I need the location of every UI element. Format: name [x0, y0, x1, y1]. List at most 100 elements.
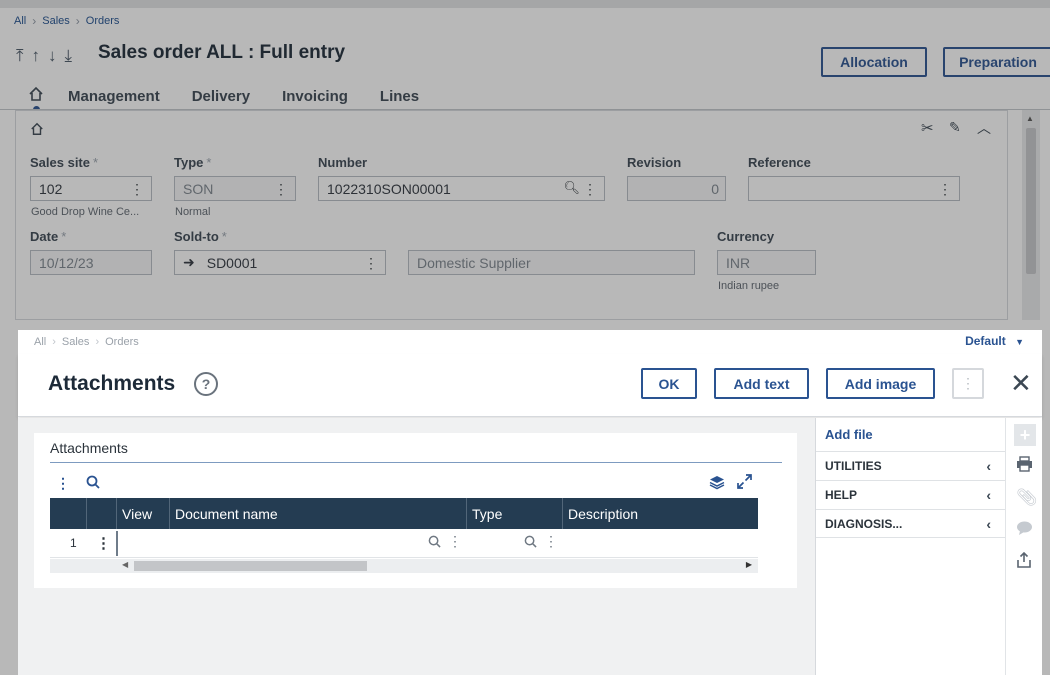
more-actions-button[interactable]: ⋮	[952, 368, 984, 399]
more-vertical-icon[interactable]: ⋮	[364, 256, 378, 270]
tab-invoicing[interactable]: Invoicing	[282, 88, 348, 105]
side-panel: Add file UTILITIES ‹ HELP ‹ DIAGNOSIS... ‹	[815, 418, 1005, 675]
date-field[interactable]: 10/12/23	[30, 250, 152, 275]
search-icon[interactable]	[524, 535, 537, 553]
search-icon[interactable]	[428, 535, 441, 553]
sales-site-label: Sales site *	[30, 155, 99, 170]
column-document-name[interactable]: Document name	[169, 498, 466, 529]
sales-site-description: Good Drop Wine Ce...	[31, 206, 140, 218]
grid-header-index	[50, 498, 86, 529]
row-index: 1	[70, 536, 77, 550]
revision-field: 0	[627, 176, 726, 201]
more-vertical-icon[interactable]: ⋮	[938, 182, 952, 196]
reference-field[interactable]: ⋮	[748, 176, 960, 201]
ok-button[interactable]: OK	[641, 368, 697, 399]
caret-down-icon: ▼	[1015, 337, 1024, 347]
tab-lines[interactable]: Lines	[380, 88, 419, 105]
section-diagnosis[interactable]: DIAGNOSIS... ‹	[816, 509, 1005, 538]
date-label: Date *	[30, 229, 67, 244]
edit-icon[interactable]: ✎	[949, 119, 961, 136]
more-vertical-icon[interactable]: ⋮	[448, 533, 462, 550]
number-label: Number	[318, 155, 368, 170]
more-vertical-icon[interactable]: ⋮	[583, 182, 597, 196]
tools-icon[interactable]: ✂	[921, 119, 934, 137]
add-image-button[interactable]: Add image	[826, 368, 935, 399]
section-utilities[interactable]: UTILITIES ‹	[816, 451, 1005, 480]
number-field[interactable]: 1022310SON00001 🔍︎ ⋮	[318, 176, 605, 201]
expand-icon[interactable]	[737, 474, 752, 492]
row-actions-icon[interactable]: ⋮	[96, 534, 111, 552]
more-vertical-icon[interactable]: ⋮	[544, 533, 558, 550]
comment-icon[interactable]	[1016, 520, 1033, 541]
attachments-dialog: All › Sales › Orders Default ▼ Attachmen…	[18, 330, 1042, 675]
add-file-link[interactable]: Add file	[825, 427, 873, 442]
section-divider	[50, 462, 782, 463]
column-description[interactable]: Description	[562, 498, 758, 529]
preparation-button[interactable]: Preparation	[943, 47, 1050, 77]
dialog-title: Attachments	[48, 372, 176, 395]
help-icon[interactable]: ?	[194, 372, 218, 396]
dialog-breadcrumb-orders: Orders	[105, 336, 139, 348]
tab-delivery[interactable]: Delivery	[192, 88, 250, 105]
breadcrumb: All › Sales › Orders	[14, 14, 119, 28]
table-row: 1 ⋮ ⋮ ⋮	[50, 529, 758, 558]
search-icon[interactable]	[86, 475, 100, 492]
first-record-icon[interactable]: ⤒	[16, 46, 24, 66]
share-icon[interactable]	[1016, 551, 1032, 573]
row-focus-bar	[116, 531, 118, 556]
home-icon[interactable]	[28, 86, 44, 106]
breadcrumb-all[interactable]: All	[14, 15, 26, 27]
sales-site-field[interactable]: 102 ⋮	[30, 176, 152, 201]
chevron-left-icon: ‹	[986, 458, 991, 474]
layers-icon[interactable]	[709, 474, 725, 493]
right-rail: + 📎︎	[1005, 418, 1042, 675]
more-vertical-icon[interactable]: ⋮	[274, 182, 288, 196]
section-help[interactable]: HELP ‹	[816, 480, 1005, 509]
currency-description: Indian rupee	[718, 280, 780, 292]
column-type[interactable]: Type	[466, 498, 562, 529]
print-icon[interactable]	[1016, 456, 1033, 477]
section-title: Attachments	[50, 440, 128, 456]
paperclip-icon[interactable]: 📎︎	[1016, 488, 1038, 508]
home-icon	[31, 122, 43, 135]
record-navigation: ⤒ ↑ ↓ ⤓	[16, 46, 72, 66]
sold-to-name-field: Domestic Supplier	[408, 250, 695, 275]
chevron-right-icon: ›	[95, 336, 100, 348]
tab-bar: Management Delivery Invoicing Lines	[28, 86, 451, 106]
grid-header-actions	[86, 498, 116, 529]
sold-to-field[interactable]: ➜ SD0001 ⋮	[174, 250, 386, 275]
more-vertical-icon[interactable]: ⋮	[130, 182, 144, 196]
header-panel: ✂ ✎ ︿	[15, 110, 1008, 320]
grid-scrollbar-thumb[interactable]	[134, 561, 367, 571]
scroll-right-icon[interactable]: ▶	[746, 560, 752, 569]
scroll-up-icon[interactable]: ▲	[1026, 114, 1034, 123]
add-text-button[interactable]: Add text	[714, 368, 809, 399]
last-record-icon[interactable]: ⤓	[65, 46, 73, 66]
collapse-icon[interactable]: ︿	[977, 118, 991, 138]
arrow-right-icon[interactable]: ➜	[183, 254, 195, 271]
dialog-breadcrumb-all: All	[34, 336, 47, 348]
tab-management[interactable]: Management	[68, 88, 160, 105]
previous-record-icon[interactable]: ↑	[32, 46, 41, 66]
scroll-left-icon[interactable]: ◀	[122, 560, 128, 569]
column-view[interactable]: View	[116, 498, 169, 529]
next-record-icon[interactable]: ↓	[48, 46, 57, 66]
type-field[interactable]: SON ⋮	[174, 176, 296, 201]
type-description: Normal	[175, 206, 211, 218]
more-vertical-icon[interactable]: ⋮	[56, 475, 70, 492]
view-selector[interactable]: Default ▼	[965, 334, 1024, 348]
page-title: Sales order ALL : Full entry	[98, 42, 346, 63]
chevron-left-icon: ‹	[986, 516, 991, 532]
breadcrumb-orders[interactable]: Orders	[86, 15, 120, 27]
chevron-right-icon: ›	[75, 14, 80, 28]
close-icon[interactable]: ✕	[1010, 370, 1032, 396]
breadcrumb-sales[interactable]: Sales	[42, 15, 70, 27]
search-icon[interactable]: 🔍︎	[563, 180, 580, 196]
dialog-breadcrumb-sales: Sales	[61, 336, 90, 348]
page-scrollbar-thumb[interactable]	[1026, 128, 1036, 274]
plus-icon[interactable]: +	[1014, 424, 1036, 446]
grid-horizontal-scrollbar[interactable]: ◀ ▶	[50, 559, 758, 573]
dialog-breadcrumb: All › Sales › Orders	[34, 336, 139, 348]
allocation-button[interactable]: Allocation	[821, 47, 927, 77]
revision-label: Revision	[627, 155, 682, 170]
